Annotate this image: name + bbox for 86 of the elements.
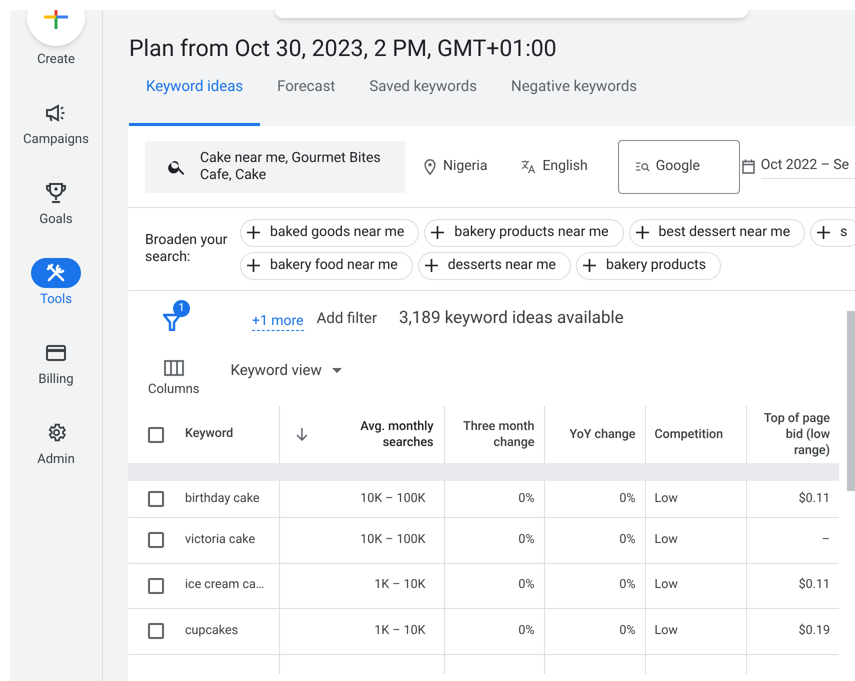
credit-card-icon (46, 344, 66, 360)
suggestion-chip[interactable]: desserts near me (418, 252, 571, 280)
settings-icon (46, 422, 66, 443)
table-cell: $0.19 (798, 622, 830, 638)
suggestion-chip[interactable]: s (810, 218, 855, 246)
location-selector[interactable]: Nigeria (423, 156, 488, 177)
table-cell: Low (654, 622, 678, 638)
table-cell: 10K – 100K (360, 532, 426, 547)
table-cell: Low (654, 577, 678, 592)
table-cell: 0% (518, 490, 534, 506)
add-filter-button[interactable]: Add filter (316, 307, 377, 330)
nav-item[interactable]: Campaigns (23, 86, 89, 166)
scrollbar[interactable] (847, 311, 855, 491)
translate-icon (520, 159, 538, 174)
column-header: Avg. monthly searches (359, 418, 434, 450)
column-header: Top of page bid (low range) (764, 410, 830, 458)
plus-icon (247, 226, 260, 239)
table-cell: 0% (619, 490, 636, 506)
suggestion-chip[interactable]: bakery products (576, 252, 721, 280)
nav-item[interactable]: Goals (31, 166, 81, 246)
table-cell: 0% (619, 577, 636, 592)
column-header: Keyword (185, 425, 234, 444)
filter-count-badge: 1 (173, 300, 190, 317)
keyword-count: 3,189 keyword ideas available (398, 306, 624, 330)
keyword-cell-text: ice cream ca… (185, 576, 264, 594)
plus-icon (247, 259, 260, 272)
columns-button[interactable]: Columns (148, 352, 200, 400)
table-cell: – (822, 532, 830, 547)
column-header: Three month change (463, 418, 534, 450)
keyword-cell-text: cupcakes (185, 622, 238, 640)
column-header: Competition (654, 426, 724, 442)
checkbox[interactable] (148, 578, 164, 594)
tools-icon (46, 262, 66, 282)
plus-icon (431, 226, 444, 239)
nav-item[interactable]: Billing (31, 326, 81, 406)
table-cell: Low (654, 490, 678, 506)
broaden-label: Broaden your search: (145, 232, 228, 266)
keyword-cell-text: birthday cake (185, 490, 260, 508)
table-cell: Low (654, 532, 678, 547)
table-cell: 1K – 10K (374, 622, 426, 638)
checkbox[interactable] (148, 426, 164, 442)
network-selector[interactable]: Google (618, 140, 740, 194)
keyword-cell-text: victoria cake (185, 530, 256, 549)
tab[interactable]: Forecast (260, 70, 352, 126)
checkbox[interactable] (148, 491, 164, 507)
megaphone-icon (45, 104, 67, 122)
sort-down-arrow-icon[interactable] (296, 428, 308, 441)
table-cell: 10K – 100K (360, 490, 426, 506)
plus-icon (582, 259, 596, 272)
create-label: Create (37, 51, 75, 69)
more-filters-link[interactable]: +1 more (252, 312, 304, 330)
tab[interactable]: Negative keywords (494, 70, 654, 126)
trophy-icon (46, 182, 66, 204)
columns-icon (164, 360, 184, 376)
nav-item[interactable]: Admin (31, 406, 81, 486)
table-cell: 0% (518, 532, 534, 547)
date-range-field[interactable]: Oct 2022 – Se (760, 154, 855, 178)
suggestion-chip[interactable]: baked goods near me (240, 218, 420, 246)
language-selector[interactable]: English (520, 156, 588, 177)
keyword-search-field[interactable]: Cake near me, Gourmet Bites Cafe, Cake (145, 140, 405, 192)
view-dropdown[interactable]: Keyword view (230, 358, 342, 382)
filter-icon[interactable] (163, 313, 181, 331)
page-title: Plan from Oct 30, 2023, 2 PM, GMT+01:00 (129, 34, 557, 64)
table-cell: 1K – 10K (374, 577, 426, 592)
plus-icon (44, 10, 68, 29)
nav-item[interactable]: Tools (31, 246, 81, 326)
search-list-icon (636, 162, 650, 172)
column-header: YoY change (569, 426, 636, 442)
dropdown-caret-icon (332, 368, 342, 372)
plus-icon (817, 226, 830, 239)
suggestion-chip[interactable]: best dessert near me (628, 218, 806, 246)
checkbox[interactable] (148, 532, 164, 548)
table-cell: $0.11 (798, 577, 830, 592)
suggestion-chip[interactable]: bakery products near me (424, 218, 624, 246)
table-cell: 0% (518, 622, 534, 638)
suggestion-chip[interactable]: bakery food near me (240, 252, 413, 280)
checkbox[interactable] (148, 623, 164, 640)
table-cell: 0% (619, 622, 636, 638)
table-cell: 0% (518, 577, 534, 592)
plus-icon (636, 226, 649, 239)
calendar-icon (742, 159, 755, 174)
location-pin-icon (423, 158, 437, 174)
plus-icon (424, 259, 438, 272)
table-cell: 0% (619, 532, 636, 547)
tab[interactable]: Saved keywords (352, 70, 494, 126)
table-cell: $0.11 (798, 490, 830, 506)
